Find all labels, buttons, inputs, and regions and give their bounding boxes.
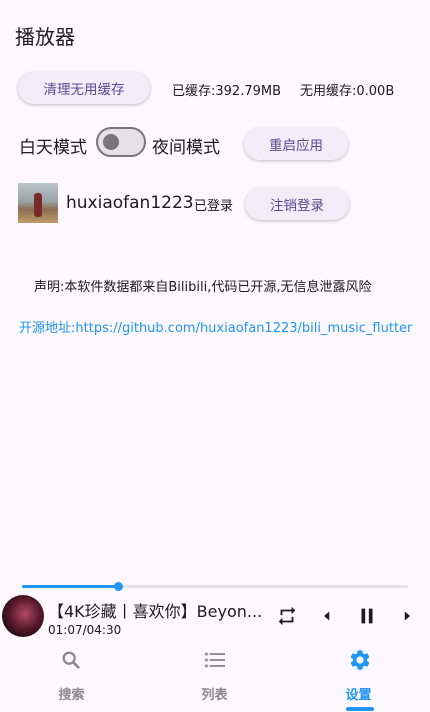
progress-thumb[interactable] <box>113 582 123 591</box>
login-status-text: 已登录 <box>194 199 234 214</box>
previous-icon[interactable] <box>318 607 336 625</box>
source-code-link[interactable]: 开源地址:https://github.com/huxiaofan1223/bi… <box>19 317 412 336</box>
nav-list[interactable]: 列表 <box>143 645 286 705</box>
clear-cache-button[interactable]: 清理无用缓存 <box>18 72 150 104</box>
now-playing-time: 01:07/04:30 <box>48 623 122 637</box>
pause-icon[interactable] <box>356 605 378 627</box>
nav-settings-label: 设置 <box>345 688 372 703</box>
disclaimer-text: 声明:本软件数据都来自Bilibili,代码已开源,无信息泄露风险 <box>34 280 372 295</box>
nav-settings[interactable]: 设置 <box>287 645 430 705</box>
nav-search[interactable]: 搜索 <box>0 645 143 705</box>
nav-search-label: 搜索 <box>58 688 85 703</box>
list-icon <box>205 652 225 668</box>
toggle-knob <box>103 134 119 150</box>
logout-button[interactable]: 注销登录 <box>245 188 349 220</box>
user-avatar <box>18 183 58 223</box>
gear-icon <box>350 650 370 670</box>
search-icon <box>62 651 80 669</box>
day-mode-label: 白天模式 <box>19 138 87 158</box>
cached-size-text: 已缓存:392.79MB <box>172 84 282 99</box>
now-playing-cover[interactable] <box>2 595 44 637</box>
night-mode-label: 夜间模式 <box>152 138 220 158</box>
next-icon[interactable] <box>398 607 416 625</box>
restart-app-button[interactable]: 重启应用 <box>244 128 348 160</box>
nav-active-indicator <box>346 707 374 711</box>
progress-fill <box>22 585 118 588</box>
now-playing-title[interactable]: 【4K珍藏丨喜欢你】Beyon... <box>48 598 270 622</box>
unused-cache-text: 无用缓存:0.00B <box>300 84 395 99</box>
night-mode-toggle[interactable] <box>96 127 146 157</box>
page-title: 播放器 <box>15 25 75 49</box>
repeat-icon[interactable] <box>276 605 298 627</box>
nav-list-label: 列表 <box>201 688 228 703</box>
username-text: huxiaofan1223 <box>66 193 194 213</box>
playback-progress-bar[interactable] <box>22 582 408 591</box>
